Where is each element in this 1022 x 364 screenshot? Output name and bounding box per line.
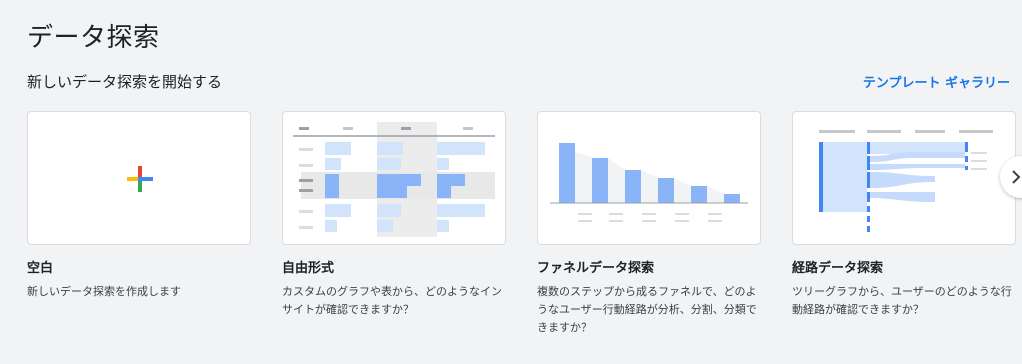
card-title: 経路データ探索 [792, 261, 884, 276]
plus-icon [127, 166, 153, 192]
card-description: 新しいデータ探索を作成します [27, 285, 181, 298]
path-thumbnail[interactable] [792, 111, 1016, 245]
section-title: 新しいデータ探索を開始する [27, 73, 223, 91]
card-description: ツリーグラフから、ユーザーのどのような行動経路が確認できますか？ [792, 285, 1012, 316]
funnel-thumbnail[interactable] [537, 111, 761, 245]
card-path-exploration[interactable]: 経路データ探索 ツリーグラフから、ユーザーのどのような行動経路が確認できますか？ [792, 111, 1016, 319]
page-title: データ探索 [27, 23, 160, 53]
table-preview [293, 122, 495, 237]
path-preview [819, 130, 993, 232]
card-description: 複数のステップから成るファネルで、どのようなユーザー行動経路が分析、分割、分類で… [537, 285, 757, 334]
card-funnel-exploration[interactable]: ファネルデータ探索 複数のステップから成るファネルで、どのようなユーザー行動経路… [537, 111, 761, 337]
card-blank[interactable]: 空白 新しいデータ探索を作成します [27, 111, 251, 301]
card-description: カスタムのグラフや表から、どのようなインサイトが確認できますか？ [282, 285, 502, 316]
card-free-form[interactable]: 自由形式 カスタムのグラフや表から、どのようなインサイトが確認できますか？ [282, 111, 506, 319]
blank-thumbnail[interactable] [27, 111, 251, 245]
chevron-right-icon [1012, 170, 1021, 184]
template-gallery-link[interactable]: テンプレート ギャラリー [863, 72, 1010, 91]
card-title: ファネルデータ探索 [537, 261, 655, 276]
card-title: 空白 [27, 261, 54, 276]
funnel-preview [550, 143, 748, 222]
card-title: 自由形式 [282, 261, 335, 276]
free-form-thumbnail[interactable] [282, 111, 506, 245]
